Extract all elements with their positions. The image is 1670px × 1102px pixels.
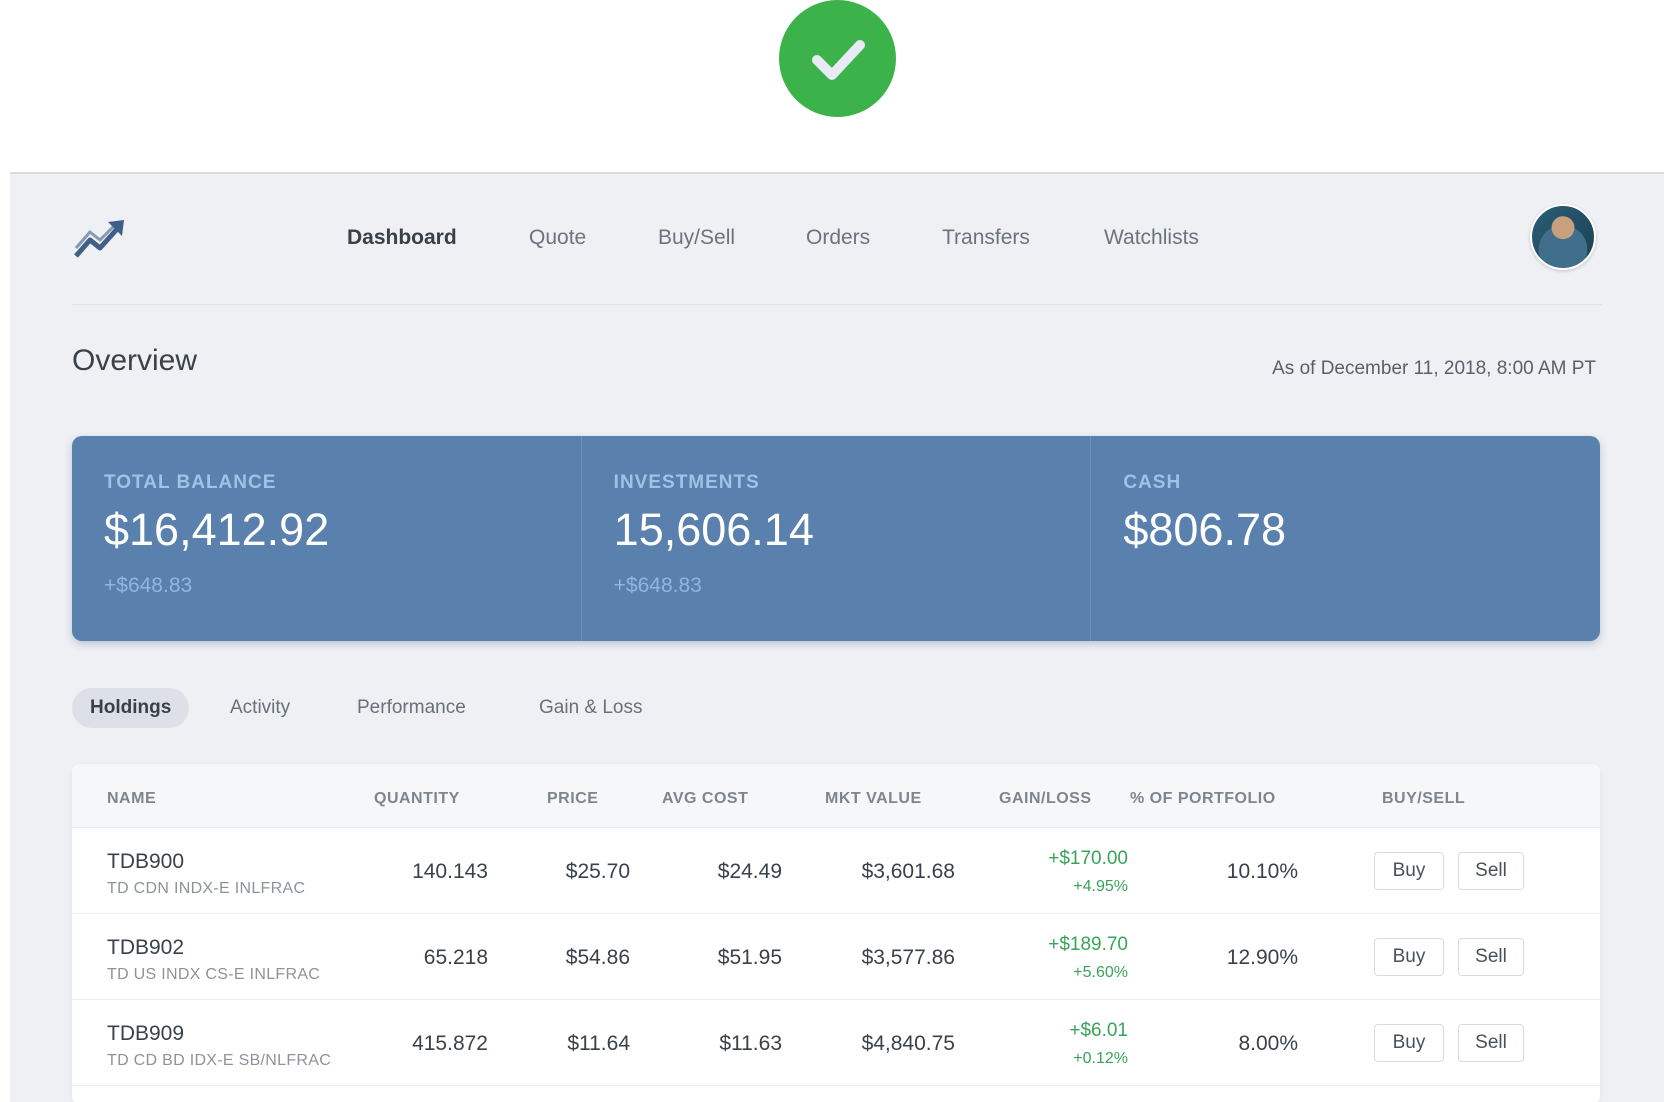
col-portfolio-pct[interactable]: % OF PORTFOLIO [1130,790,1276,808]
holding-mkt-value: $3,577.86 [861,946,955,969]
buy-button[interactable]: Buy [1374,1024,1444,1062]
col-mkt-value[interactable]: MKT VALUE [825,790,922,808]
holding-price: $11.64 [567,1032,630,1055]
sell-button[interactable]: Sell [1458,938,1524,976]
tab-gain-loss[interactable]: Gain & Loss [539,688,643,728]
holding-name: TD CDN INDX-E INLFRAC [107,880,306,897]
as-of-timestamp: As of December 11, 2018, 8:00 AM PT [1272,358,1596,379]
nav-transfers[interactable]: Transfers [942,226,1030,250]
holding-quantity: 140.143 [412,860,488,883]
nav-buy-sell[interactable]: Buy/Sell [658,226,735,250]
holding-price: $25.70 [565,860,630,883]
investments-change: +$648.83 [613,574,702,597]
table-row[interactable]: TDB909 TD CD BD IDX-E SB/NLFRAC 415.872 … [72,1000,1600,1086]
buy-button[interactable]: Buy [1374,938,1444,976]
col-avg-cost[interactable]: AVG COST [662,790,748,808]
table-row[interactable]: TDB900 TD CDN INDX-E INLFRAC 140.143 $25… [72,828,1600,914]
page-title: Overview [72,344,198,377]
col-name[interactable]: NAME [107,790,156,808]
holding-name: TD CD BD IDX-E SB/NLFRAC [107,1052,332,1069]
user-avatar[interactable] [1530,204,1596,270]
col-buy-sell: BUY/SELL [1382,790,1466,807]
holding-gain: +$170.00 [1048,848,1128,869]
holding-mkt-value: $4,840.75 [861,1032,955,1055]
holding-portfolio-pct: 10.10% [1226,860,1298,883]
holding-symbol: TDB902 [107,936,185,959]
nav-watchlists[interactable]: Watchlists [1104,226,1199,250]
holding-portfolio-pct: 8.00% [1238,1032,1298,1055]
holding-avg-cost: $51.95 [717,946,782,969]
main-nav: Dashboard Quote Buy/Sell Orders Transfer… [10,226,1664,256]
holdings-table: NAME QUANTITY PRICE AVG COST MKT VALUE G… [72,764,1600,1102]
tab-holdings[interactable]: Holdings [72,688,190,728]
holding-symbol: TDB900 [107,850,185,873]
buy-button[interactable]: Buy [1374,852,1444,890]
holding-gain-pct: +4.95% [1073,878,1128,895]
table-row[interactable]: TDB902 TD US INDX CS-E INLFRAC 65.218 $5… [72,914,1600,1000]
holding-portfolio-pct: 12.90% [1226,946,1298,969]
holding-price: $54.86 [565,946,630,969]
total-balance-value: $16,412.92 [104,504,330,555]
holding-gain: +$189.70 [1048,934,1128,955]
sell-button[interactable]: Sell [1458,1024,1524,1062]
app-window: Dashboard Quote Buy/Sell Orders Transfer… [10,172,1664,1102]
balance-summary-card: TOTAL BALANCE $16,412.92 +$648.83 INVEST… [72,436,1600,641]
success-check-badge [779,0,896,117]
total-balance-label: TOTAL BALANCE [104,472,277,493]
holding-gain-pct: +0.12% [1073,1050,1128,1067]
holding-avg-cost: $24.49 [717,860,782,883]
holding-name: TD US INDX CS-E INLFRAC [107,966,321,983]
holding-gain: +$6.01 [1069,1020,1128,1041]
total-balance-change: +$648.83 [104,574,193,597]
col-price[interactable]: PRICE [547,790,598,808]
col-gain-loss[interactable]: GAIN/LOSS [999,790,1092,808]
nav-orders[interactable]: Orders [806,226,870,250]
cash-label: CASH [1123,472,1182,493]
nav-dashboard[interactable]: Dashboard [347,226,457,250]
investments-label: INVESTMENTS [613,472,760,493]
holding-symbol: TDB909 [107,1022,185,1045]
holding-gain-pct: +5.60% [1073,964,1128,981]
holding-quantity: 415.872 [412,1032,488,1055]
header-divider [72,304,1602,305]
holding-avg-cost: $11.63 [719,1032,782,1055]
cash-value: $806.78 [1123,504,1287,555]
table-header: NAME QUANTITY PRICE AVG COST MKT VALUE G… [72,764,1600,828]
sell-button[interactable]: Sell [1458,852,1524,890]
col-quantity[interactable]: QUANTITY [374,790,460,808]
investments-panel: INVESTMENTS 15,606.14 +$648.83 [582,436,1092,641]
top-navigation-bar: Dashboard Quote Buy/Sell Orders Transfer… [10,174,1664,310]
total-balance-panel: TOTAL BALANCE $16,412.92 +$648.83 [72,436,582,641]
checkmark-icon [811,39,865,80]
cash-panel: CASH $806.78 [1091,436,1600,641]
nav-quote[interactable]: Quote [529,226,586,250]
holding-mkt-value: $3,601.68 [861,860,955,883]
holding-quantity: 65.218 [423,946,488,969]
tab-performance[interactable]: Performance [357,688,466,728]
investments-value: 15,606.14 [613,504,814,555]
tab-activity[interactable]: Activity [230,688,290,728]
